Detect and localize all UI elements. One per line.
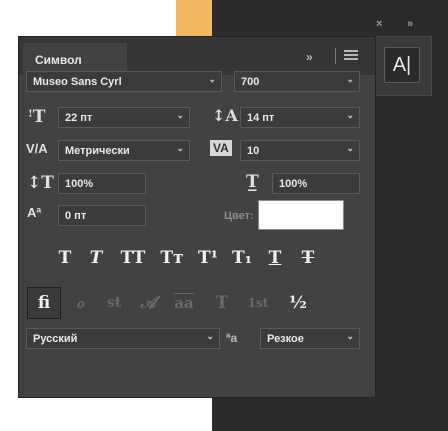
faux-italic-button[interactable]: T: [80, 244, 112, 272]
discretionary-ligatures-button[interactable]: ℴ: [64, 289, 96, 317]
font-family-value: Museo Sans Cyrl: [33, 76, 122, 88]
expand-chevrons-icon[interactable]: »: [306, 50, 313, 64]
leading-field[interactable]: 14 пт ⌄: [240, 107, 360, 128]
subscript-button[interactable]: T₁: [226, 244, 258, 272]
leading-icon: ↕A: [212, 106, 238, 125]
character-panel-button[interactable]: A|: [384, 47, 420, 83]
horizontal-scale-icon: T̲: [246, 172, 259, 192]
font-family-select[interactable]: Museo Sans Cyrl ⌄: [26, 71, 222, 92]
chevron-down-icon: ⌄: [176, 110, 184, 120]
font-style-value: 700: [241, 76, 260, 88]
all-caps-button[interactable]: TT: [113, 244, 153, 272]
antialias-select[interactable]: Резкое ⌄: [260, 328, 360, 349]
antialias-icon: ªa: [226, 331, 238, 345]
strikethrough-button[interactable]: T: [292, 244, 324, 272]
ligatures-button[interactable]: fi: [28, 289, 60, 317]
titling-alternates-button[interactable]: aa: [168, 289, 200, 317]
color-swatch[interactable]: [258, 200, 344, 230]
font-style-select[interactable]: 700 ⌄: [234, 71, 360, 92]
chevron-down-icon: ⌄: [208, 74, 216, 84]
ornaments-button[interactable]: T: [206, 289, 238, 317]
superscript-button[interactable]: T¹: [192, 244, 224, 272]
chevron-down-icon: ⌄: [346, 331, 354, 341]
chevron-down-icon: ⌄: [346, 74, 354, 84]
chevron-down-icon: ⌄: [346, 143, 354, 153]
chevron-down-icon: ⌄: [206, 331, 214, 341]
tracking-icon: VA: [210, 140, 232, 156]
font-size-value: 22 пт: [65, 112, 93, 124]
close-icon[interactable]: ×: [376, 18, 382, 30]
chevron-down-icon: ⌄: [346, 110, 354, 120]
font-size-field[interactable]: 22 пт ⌄: [58, 107, 190, 128]
background-orange-area: [176, 0, 212, 38]
tracking-value: 10: [247, 145, 260, 157]
language-value: Русский: [33, 333, 78, 345]
leading-value: 14 пт: [247, 112, 275, 124]
horizontal-scale-value: 100%: [279, 178, 308, 190]
tab-bar: Символ »: [19, 37, 375, 75]
mini-tool-panel: A|: [372, 36, 432, 96]
font-size-icon: ꜝT: [28, 107, 46, 127]
antialias-value: Резкое: [267, 333, 304, 345]
kerning-select[interactable]: Метрически ⌄: [58, 140, 190, 161]
ordinals-button[interactable]: 1st: [238, 289, 278, 317]
underline-button[interactable]: T: [259, 244, 291, 272]
collapse-chevrons-icon[interactable]: »: [407, 18, 413, 30]
small-caps-button[interactable]: Tт: [153, 244, 191, 272]
language-select[interactable]: Русский ⌄: [26, 328, 220, 349]
tracking-field[interactable]: 10 ⌄: [240, 140, 360, 161]
chevron-down-icon: ⌄: [176, 143, 184, 153]
baseline-shift-value: 0 пт: [65, 210, 87, 222]
vertical-scale-field[interactable]: 100%: [58, 173, 146, 194]
swash-button[interactable]: 𝒜: [132, 289, 164, 317]
color-label: Цвет:: [224, 210, 254, 222]
stylistic-alternates-button[interactable]: st: [98, 289, 130, 317]
vertical-scale-icon: ↕T: [27, 173, 54, 193]
horizontal-scale-field[interactable]: 100%: [272, 173, 360, 194]
faux-bold-button[interactable]: T: [49, 244, 81, 272]
kerning-icon: V/A: [26, 141, 48, 156]
kerning-value: Метрически: [65, 145, 130, 157]
vertical-scale-value: 100%: [65, 178, 94, 190]
panel-menu-icon[interactable]: [344, 50, 358, 62]
fractions-button[interactable]: ½: [282, 289, 314, 317]
baseline-shift-icon: Aª: [27, 205, 42, 220]
baseline-shift-field[interactable]: 0 пт: [58, 205, 146, 226]
tab-divider: [335, 48, 336, 64]
